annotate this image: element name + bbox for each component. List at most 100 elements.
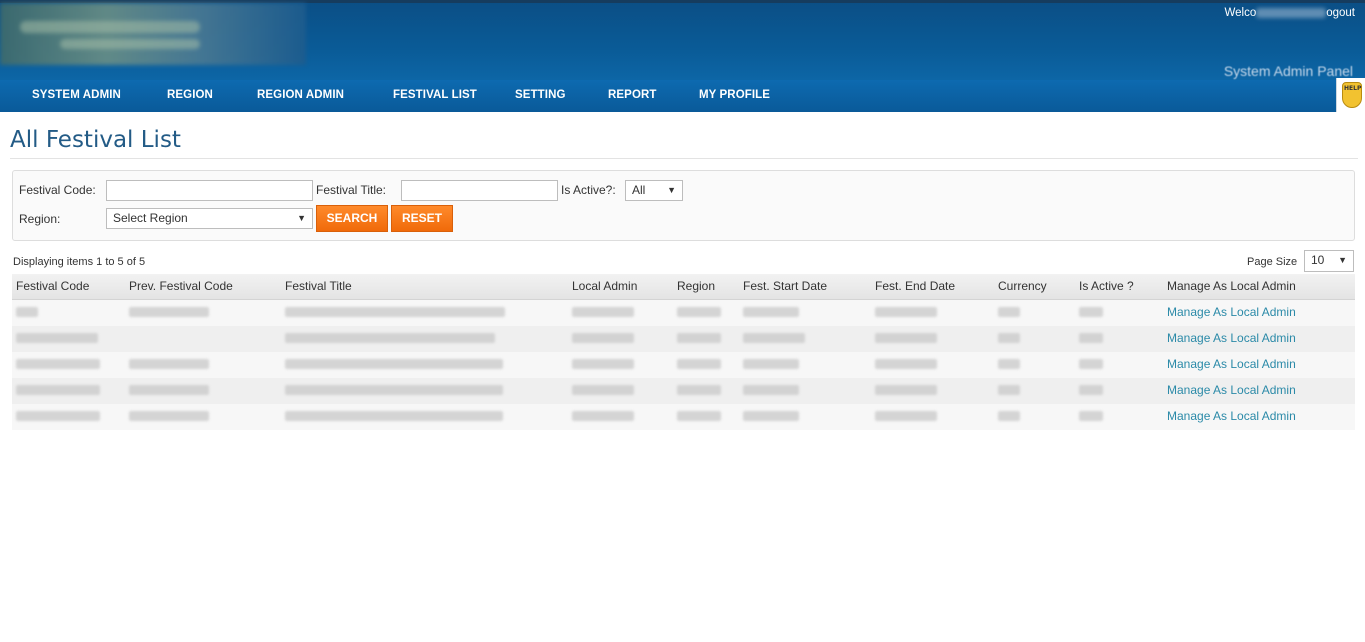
search-button[interactable]: SEARCH: [316, 205, 388, 232]
col-festival-code[interactable]: Festival Code: [16, 279, 89, 293]
cell-redacted: [875, 333, 937, 343]
festival-code-input[interactable]: [106, 180, 313, 201]
manage-as-local-admin-link[interactable]: Manage As Local Admin: [1167, 357, 1296, 371]
cell-redacted: [875, 359, 937, 369]
cell-redacted: [285, 307, 505, 317]
cell-redacted: [998, 307, 1020, 317]
is-active-label: Is Active?:: [561, 183, 616, 197]
cell-redacted: [875, 307, 937, 317]
nav-region[interactable]: REGION: [167, 89, 213, 101]
col-festival-title[interactable]: Festival Title: [285, 279, 352, 293]
col-currency[interactable]: Currency: [998, 279, 1047, 293]
filter-panel: Festival Code: Festival Title: Is Active…: [12, 170, 1355, 241]
manage-as-local-admin-link[interactable]: Manage As Local Admin: [1167, 409, 1296, 423]
cell-redacted: [743, 359, 799, 369]
cell-redacted: [16, 411, 100, 421]
cell-redacted: [16, 385, 100, 395]
cell-redacted: [572, 333, 634, 343]
manage-as-local-admin-link[interactable]: Manage As Local Admin: [1167, 305, 1296, 319]
cell-redacted: [129, 359, 209, 369]
logo: [0, 3, 306, 65]
cell-redacted: [1079, 359, 1103, 369]
table-row: Manage As Local Admin: [12, 326, 1355, 352]
cell-redacted: [572, 307, 634, 317]
cell-redacted: [743, 385, 799, 395]
cell-redacted: [16, 359, 100, 369]
manage-as-local-admin-link[interactable]: Manage As Local Admin: [1167, 331, 1296, 345]
table-header: Festival Code Prev. Festival Code Festiv…: [12, 274, 1355, 300]
manage-as-local-admin-link[interactable]: Manage As Local Admin: [1167, 383, 1296, 397]
cell-redacted: [677, 333, 721, 343]
cell-redacted: [743, 411, 799, 421]
nav-setting[interactable]: SETTING: [515, 89, 566, 101]
chevron-down-icon: ▼: [1338, 255, 1347, 265]
region-select[interactable]: Select Region ▼: [106, 208, 313, 229]
col-region[interactable]: Region: [677, 279, 715, 293]
cell-redacted: [285, 333, 495, 343]
cell-redacted: [998, 411, 1020, 421]
festival-code-label: Festival Code:: [19, 183, 96, 197]
welcome-label: Welco: [1224, 7, 1257, 19]
cell-redacted: [16, 333, 98, 343]
cell-redacted: [998, 385, 1020, 395]
is-active-select[interactable]: All ▼: [625, 180, 683, 201]
cell-redacted: [998, 333, 1020, 343]
cell-redacted: [572, 359, 634, 369]
cell-redacted: [285, 385, 503, 395]
main-nav: SYSTEM ADMIN REGION REGION ADMIN FESTIVA…: [0, 80, 1365, 112]
title-divider: [10, 158, 1358, 159]
cell-redacted: [16, 307, 38, 317]
nav-my-profile[interactable]: MY PROFILE: [699, 89, 770, 101]
col-manage-as-local-admin: Manage As Local Admin: [1167, 279, 1296, 293]
nav-system-admin[interactable]: SYSTEM ADMIN: [32, 89, 121, 101]
cell-redacted: [1079, 411, 1103, 421]
cell-redacted: [677, 307, 721, 317]
col-fest-end-date[interactable]: Fest. End Date: [875, 279, 955, 293]
col-local-admin[interactable]: Local Admin: [572, 279, 637, 293]
help-button[interactable]: HELP: [1336, 78, 1365, 112]
nav-report[interactable]: REPORT: [608, 89, 657, 101]
cell-redacted: [677, 385, 721, 395]
nav-region-admin[interactable]: REGION ADMIN: [257, 89, 344, 101]
cell-redacted: [743, 333, 805, 343]
festival-title-label: Festival Title:: [316, 183, 387, 197]
page-size-label: Page Size: [1247, 256, 1298, 268]
col-prev-festival-code[interactable]: Prev. Festival Code: [129, 279, 233, 293]
col-is-active[interactable]: Is Active ?: [1079, 279, 1134, 293]
user-name-redacted: [1256, 7, 1327, 18]
cell-redacted: [1079, 307, 1103, 317]
table-row: Manage As Local Admin: [12, 378, 1355, 404]
festival-title-input[interactable]: [401, 180, 558, 201]
chevron-down-icon: ▼: [667, 185, 676, 195]
welcome-text: Welco ogout: [1224, 7, 1355, 19]
table-row: Manage As Local Admin: [12, 352, 1355, 378]
cell-redacted: [129, 385, 209, 395]
reset-button[interactable]: RESET: [391, 205, 453, 232]
logout-link[interactable]: ogout: [1326, 7, 1355, 19]
app-header: Welco ogout System Admin Panel: [0, 0, 1365, 80]
panel-title: System Admin Panel: [1223, 63, 1353, 79]
page-size-select[interactable]: 10 ▼: [1304, 250, 1354, 272]
cell-redacted: [572, 385, 634, 395]
is-active-value: All: [632, 183, 646, 197]
region-label: Region:: [19, 212, 61, 226]
cell-redacted: [677, 359, 721, 369]
festival-table: Festival Code Prev. Festival Code Festiv…: [12, 274, 1355, 430]
cell-redacted: [1079, 385, 1103, 395]
table-row: Manage As Local Admin: [12, 404, 1355, 430]
cell-redacted: [677, 411, 721, 421]
cell-redacted: [1079, 333, 1103, 343]
help-badge-label: HELP: [1344, 85, 1362, 92]
page-title: All Festival List: [10, 127, 181, 153]
page-size-value: 10: [1311, 253, 1325, 267]
cell-redacted: [998, 359, 1020, 369]
cell-redacted: [129, 307, 209, 317]
cell-redacted: [875, 385, 937, 395]
cell-redacted: [129, 411, 209, 421]
nav-festival-list[interactable]: FESTIVAL LIST: [393, 89, 477, 101]
cell-redacted: [285, 359, 503, 369]
col-fest-start-date[interactable]: Fest. Start Date: [743, 279, 827, 293]
region-value: Select Region: [113, 211, 188, 225]
help-shield-icon: HELP: [1342, 82, 1362, 108]
cell-redacted: [572, 411, 634, 421]
